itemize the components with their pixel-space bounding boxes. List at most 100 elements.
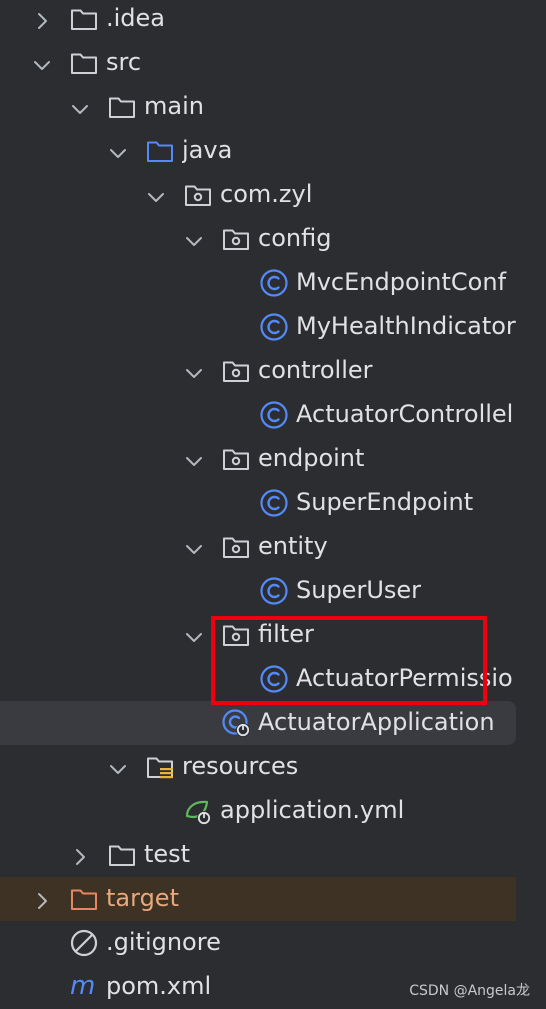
tree-item-label-clip: config — [258, 217, 516, 261]
chevron-right-icon[interactable] — [70, 845, 90, 865]
scrollbar-track[interactable] — [516, 0, 546, 1008]
tree-item-label-clip: .gitignore — [106, 921, 516, 965]
excluded-folder-icon — [69, 884, 99, 914]
tree-item[interactable]: endpoint — [0, 437, 516, 481]
tree-item-label: java — [182, 136, 233, 164]
tree-item-label-clip: .idea — [106, 0, 516, 41]
tree-item-label-clip: ActuatorControllel — [296, 393, 516, 437]
folder-icon — [69, 4, 99, 34]
tree-item[interactable]: resources — [0, 745, 516, 789]
package-icon — [221, 224, 251, 254]
folder-icon — [69, 48, 99, 78]
chevron-down-icon[interactable] — [70, 97, 90, 117]
annotation-highlight-box — [211, 616, 487, 705]
tree-item-label-clip: src — [106, 41, 516, 85]
chevron-down-icon[interactable] — [184, 537, 204, 557]
tree-item-label: test — [144, 840, 191, 868]
package-icon — [221, 356, 251, 386]
class-icon — [259, 400, 289, 430]
tree-item-label-clip: main — [144, 85, 516, 129]
tree-item-label: controller — [258, 356, 373, 384]
tree-item-label-clip: com.zyl — [220, 173, 516, 217]
tree-item[interactable]: ActuatorControllel — [0, 393, 516, 437]
tree-item[interactable]: com.zyl — [0, 173, 516, 217]
tree-item-label-clip: resources — [182, 745, 516, 789]
tree-item-label-clip: controller — [258, 349, 516, 393]
chevron-down-icon[interactable] — [146, 185, 166, 205]
tree-item-label-clip: SuperUser — [296, 569, 516, 613]
tree-item-label-clip: java — [182, 129, 516, 173]
tree-item-label-clip: endpoint — [258, 437, 516, 481]
tree-item[interactable]: entity — [0, 525, 516, 569]
tree-item-label: entity — [258, 532, 328, 560]
tree-item[interactable]: config — [0, 217, 516, 261]
class-icon — [259, 312, 289, 342]
tree-item[interactable]: .gitignore — [0, 921, 516, 965]
tree-item-label: src — [106, 48, 142, 76]
chevron-down-icon[interactable] — [184, 229, 204, 249]
tree-item-label: ActuatorControllel — [296, 400, 514, 428]
chevron-down-icon[interactable] — [108, 141, 128, 161]
tree-item-label: SuperUser — [296, 576, 422, 604]
tree-item-label-clip: MyHealthIndicator — [296, 305, 516, 349]
tree-item-label: target — [106, 884, 179, 912]
tree-item[interactable]: main — [0, 85, 516, 129]
tree-item-label-clip: MvcEndpointConf — [296, 261, 516, 305]
tree-item[interactable]: controller — [0, 349, 516, 393]
chevron-down-icon[interactable] — [184, 625, 204, 645]
class-icon — [259, 488, 289, 518]
class-icon — [259, 576, 289, 606]
watermark: CSDN @Angela龙 — [409, 983, 530, 999]
tree-item-label: .gitignore — [106, 928, 221, 956]
tree-item[interactable]: SuperEndpoint — [0, 481, 516, 525]
tree-item-label: application.yml — [220, 796, 405, 824]
tree-item[interactable]: application.yml — [0, 789, 516, 833]
maven-icon: m — [69, 971, 99, 1002]
tree-item[interactable]: test — [0, 833, 516, 877]
tree-item-label: .idea — [106, 4, 166, 32]
tree-item[interactable]: target — [0, 877, 516, 921]
tree-item[interactable]: ActuatorApplication — [0, 701, 516, 745]
tree-item-label-clip: ActuatorApplication — [258, 701, 516, 745]
chevron-down-icon[interactable] — [184, 449, 204, 469]
chevron-down-icon[interactable] — [108, 757, 128, 777]
tree-item[interactable]: SuperUser — [0, 569, 516, 613]
source-folder-icon — [145, 136, 175, 166]
tree-item[interactable]: java — [0, 129, 516, 173]
chevron-down-icon[interactable] — [32, 53, 52, 73]
package-icon — [221, 444, 251, 474]
tree-item-label: MyHealthIndicator — [296, 312, 516, 340]
spring-config-icon — [183, 796, 213, 826]
svg-text:m: m — [70, 972, 95, 1001]
package-icon — [183, 180, 213, 210]
tree-item-label-clip: target — [106, 877, 516, 921]
tree-item-label: com.zyl — [220, 180, 313, 208]
tree-item-label: resources — [182, 752, 299, 780]
tree-item-label-clip: test — [144, 833, 516, 877]
folder-icon — [107, 840, 137, 870]
spring-boot-class-icon — [221, 708, 251, 738]
chevron-right-icon[interactable] — [32, 889, 52, 909]
tree-item-label: MvcEndpointConf — [296, 268, 507, 296]
chevron-down-icon[interactable] — [184, 361, 204, 381]
class-icon — [259, 268, 289, 298]
tree-item-label-clip: entity — [258, 525, 516, 569]
tree-item[interactable]: MyHealthIndicator — [0, 305, 516, 349]
tree-item[interactable]: src — [0, 41, 516, 85]
chevron-right-icon[interactable] — [32, 9, 52, 29]
tree-item-label-clip: SuperEndpoint — [296, 481, 516, 525]
tree-item[interactable]: MvcEndpointConf — [0, 261, 516, 305]
tree-item-label: config — [258, 224, 332, 252]
package-icon — [221, 532, 251, 562]
project-tree: .idea src main java com.zyl config MvcEndpoint… — [0, 0, 546, 1008]
tree-item-label-clip: application.yml — [220, 789, 516, 833]
tree-item-label: SuperEndpoint — [296, 488, 474, 516]
tree-item[interactable]: .idea — [0, 0, 516, 41]
folder-icon — [107, 92, 137, 122]
tree-item-label: ActuatorApplication — [258, 708, 495, 736]
tree-item-label: main — [144, 92, 204, 120]
gitignore-icon — [69, 928, 99, 958]
tree-item-label: endpoint — [258, 444, 365, 472]
resources-folder-icon — [145, 752, 175, 782]
tree-item-label: pom.xml — [106, 972, 212, 1000]
